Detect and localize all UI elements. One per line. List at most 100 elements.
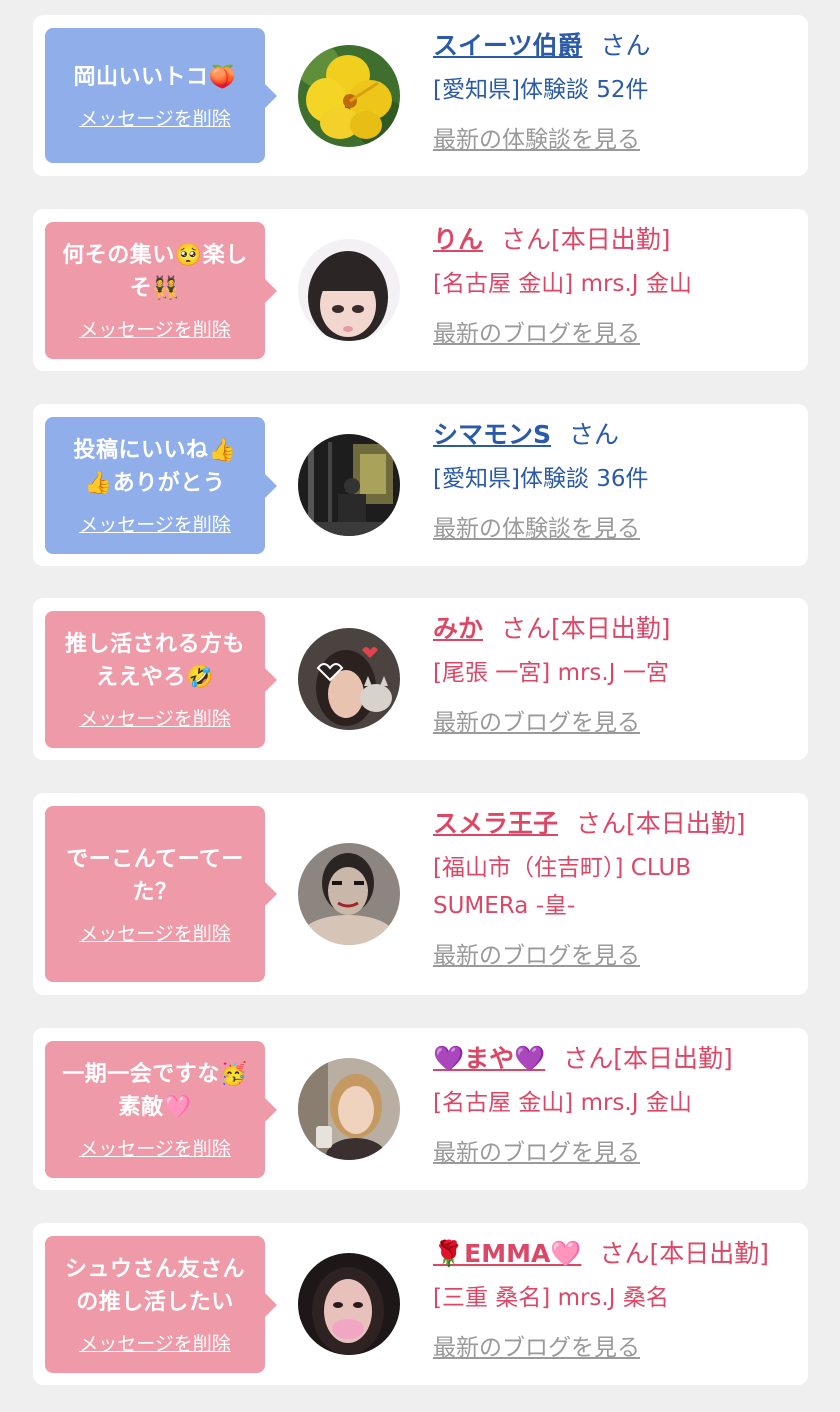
shop-info: [福山市（住吉町）] CLUB SUMERa -皇- <box>433 849 788 925</box>
avatar[interactable] <box>298 45 400 147</box>
message-text: 一期一会ですな🥳 素敵🩷 <box>56 1058 253 1124</box>
profile-info: りん さん[本日出勤] [名古屋 金山] mrs.J 金山 最新のブログを見る <box>433 223 788 349</box>
message-text: 岡山いいトコ🍑 <box>68 61 243 94</box>
profile-info: 💜まや💜 さん[本日出勤] [名古屋 金山] mrs.J 金山 最新のブログを見る <box>433 1042 788 1168</box>
profile-info: みか さん[本日出勤] [尾張 一宮] mrs.J 一宮 最新のブログを見る <box>433 612 788 738</box>
name-line: スイーツ伯爵 さん <box>433 29 788 63</box>
latest-post-link[interactable]: 最新のブログを見る <box>433 1138 788 1168</box>
portrait-photo <box>298 1253 400 1355</box>
message-bubble: 何その集い🥺楽し そ👯 メッセージを削除 <box>45 222 277 359</box>
avatar[interactable] <box>298 628 400 730</box>
shop-info: [名古屋 金山] mrs.J 金山 <box>433 271 692 297</box>
message-card: 何その集い🥺楽し そ👯 メッセージを削除 りん さん[本日出勤] [名古屋 金山]… <box>33 209 808 371</box>
shop-info: [愛知県]体験談 36件 <box>433 466 649 492</box>
message-list: 岡山いいトコ🍑 メッセージを削除 スイーツ伯爵 さん [愛知県]体験談 52件 … <box>0 0 840 1412</box>
message-card: 推し活される方も ええやろ🤣 メッセージを削除 みか さん[本日出勤] [尾張 一… <box>33 598 808 760</box>
portrait-photo <box>298 1058 400 1160</box>
name-line: みか さん[本日出勤] <box>433 612 788 646</box>
name-line: スメラ王子 さん[本日出勤] <box>433 807 788 841</box>
message-line: 岡山いいトコ🍑 <box>73 64 237 90</box>
message-text: 何その集い🥺楽し そ👯 <box>56 239 253 305</box>
name-suffix: さん[本日出勤] <box>599 1239 769 1268</box>
message-line: ええやろ🤣 <box>96 665 214 690</box>
profile-name-link[interactable]: 🌹EMMA🩷 <box>433 1239 581 1268</box>
message-card: シュウさん友さん の推し活したい メッセージを削除 🌹EMMA🩷 さん[本日出勤]… <box>33 1223 808 1385</box>
name-suffix: さん[本日出勤] <box>501 614 671 643</box>
message-line: 一期一会ですな🥳 <box>62 1062 248 1087</box>
delete-message-link[interactable]: メッセージを削除 <box>79 315 231 342</box>
selfie-with-cat-photo <box>298 628 400 730</box>
profile-name-link[interactable]: スメラ王子 <box>433 809 558 838</box>
latest-post-link[interactable]: 最新の体験談を見る <box>433 125 788 155</box>
message-line: 推し活される方も <box>64 632 245 657</box>
message-line: 何その集い🥺楽し <box>62 243 248 268</box>
avatar[interactable] <box>298 1253 400 1355</box>
message-bubble: でーこんてーてー た？ メッセージを削除 <box>45 806 277 982</box>
message-bubble: 一期一会ですな🥳 素敵🩷 メッセージを削除 <box>45 1041 277 1178</box>
profile-name-link[interactable]: 💜まや💜 <box>433 1044 545 1073</box>
message-text: シュウさん友さん の推し活したい <box>59 1253 251 1319</box>
message-line: 素敵🩷 <box>118 1095 192 1120</box>
profile-info: スイーツ伯爵 さん [愛知県]体験談 52件 最新の体験談を見る <box>433 29 788 155</box>
name-suffix: さん <box>600 31 651 60</box>
shop-info: [尾張 一宮] mrs.J 一宮 <box>433 660 669 686</box>
name-line: 🌹EMMA🩷 さん[本日出勤] <box>433 1237 788 1271</box>
delete-message-link[interactable]: メッセージを削除 <box>79 704 231 731</box>
hibiscus-photo <box>298 45 400 147</box>
avatar[interactable] <box>298 843 400 945</box>
gym-photo <box>298 434 400 536</box>
name-line: 💜まや💜 さん[本日出勤] <box>433 1042 788 1076</box>
message-line: 👍ありがとう <box>84 471 226 496</box>
shop-info: [三重 桑名] mrs.J 桑名 <box>433 1285 669 1311</box>
message-bubble: 岡山いいトコ🍑 メッセージを削除 <box>45 28 277 163</box>
shop-line: SUMERa -皇- <box>433 893 576 919</box>
message-card: でーこんてーてー た？ メッセージを削除 スメラ王子 さん[本日出勤] [福山市（… <box>33 793 808 995</box>
avatar[interactable] <box>298 434 400 536</box>
name-line: シマモンS さん <box>433 418 788 452</box>
name-suffix: さん[本日出勤] <box>501 225 671 254</box>
message-line: そ👯 <box>129 276 181 301</box>
name-suffix: さん[本日出勤] <box>563 1044 733 1073</box>
message-card: 投稿にいいね👍 👍ありがとう メッセージを削除 シマモンS さん [愛知県]体験談… <box>33 404 808 566</box>
message-text: 推し活される方も ええやろ🤣 <box>59 628 251 694</box>
delete-message-link[interactable]: メッセージを削除 <box>79 1134 231 1161</box>
message-card: 一期一会ですな🥳 素敵🩷 メッセージを削除 💜まや💜 さん[本日出勤] [名古屋 … <box>33 1028 808 1190</box>
avatar[interactable] <box>298 1058 400 1160</box>
profile-info: 🌹EMMA🩷 さん[本日出勤] [三重 桑名] mrs.J 桑名 最新のブログを見… <box>433 1237 788 1363</box>
name-line: りん さん[本日出勤] <box>433 223 788 257</box>
avatar[interactable] <box>298 239 400 341</box>
shop-line: [福山市（住吉町）] CLUB <box>433 855 692 881</box>
latest-post-link[interactable]: 最新の体験談を見る <box>433 514 788 544</box>
name-suffix: さん[本日出勤] <box>576 809 746 838</box>
latest-post-link[interactable]: 最新のブログを見る <box>433 319 788 349</box>
name-suffix: さん <box>569 420 620 449</box>
latest-post-link[interactable]: 最新のブログを見る <box>433 1333 788 1363</box>
portrait-photo <box>298 239 400 341</box>
kabuki-photo <box>298 843 400 945</box>
latest-post-link[interactable]: 最新のブログを見る <box>433 708 788 738</box>
message-line: 投稿にいいね👍 <box>73 438 237 463</box>
profile-info: シマモンS さん [愛知県]体験談 36件 最新の体験談を見る <box>433 418 788 544</box>
delete-message-link[interactable]: メッセージを削除 <box>79 919 231 946</box>
profile-name-link[interactable]: りん <box>433 225 483 254</box>
delete-message-link[interactable]: メッセージを削除 <box>79 104 231 131</box>
message-text: でーこんてーてー た？ <box>60 843 250 909</box>
profile-info: スメラ王子 さん[本日出勤] [福山市（住吉町）] CLUB SUMERa -皇-… <box>433 807 788 971</box>
delete-message-link[interactable]: メッセージを削除 <box>79 1329 231 1356</box>
shop-info: [愛知県]体験談 52件 <box>433 77 649 103</box>
message-bubble: 投稿にいいね👍 👍ありがとう メッセージを削除 <box>45 417 277 554</box>
message-line: た？ <box>132 879 178 905</box>
message-text: 投稿にいいね👍 👍ありがとう <box>68 434 243 500</box>
message-card: 岡山いいトコ🍑 メッセージを削除 スイーツ伯爵 さん [愛知県]体験談 52件 … <box>33 15 808 176</box>
message-line: でーこんてーてー <box>66 846 244 872</box>
profile-name-link[interactable]: シマモンS <box>433 420 551 449</box>
message-line: シュウさん友さん <box>64 1257 245 1282</box>
profile-name-link[interactable]: みか <box>433 614 483 643</box>
message-bubble: 推し活される方も ええやろ🤣 メッセージを削除 <box>45 611 277 748</box>
message-line: の推し活したい <box>76 1290 234 1315</box>
message-bubble: シュウさん友さん の推し活したい メッセージを削除 <box>45 1236 277 1373</box>
shop-info: [名古屋 金山] mrs.J 金山 <box>433 1090 692 1116</box>
profile-name-link[interactable]: スイーツ伯爵 <box>433 31 583 60</box>
delete-message-link[interactable]: メッセージを削除 <box>79 510 231 537</box>
latest-post-link[interactable]: 最新のブログを見る <box>433 941 788 971</box>
